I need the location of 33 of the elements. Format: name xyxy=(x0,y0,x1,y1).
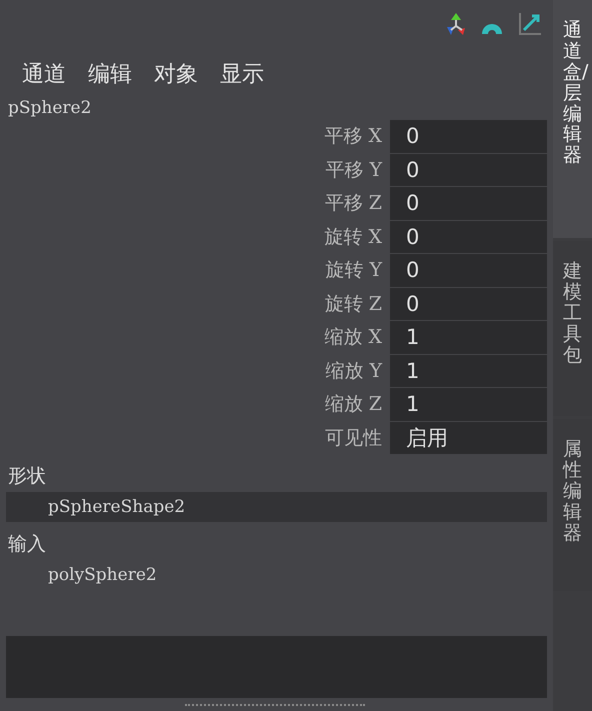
attribute-label: 旋转 Y xyxy=(324,258,384,284)
menu-item[interactable]: 通道 xyxy=(22,59,66,89)
attribute-field[interactable]: 1 xyxy=(390,321,547,354)
attribute-label: 可见性 xyxy=(324,426,383,451)
node-item[interactable]: pSphereShape2 xyxy=(6,492,547,522)
attribute-field[interactable]: 启用 xyxy=(390,422,547,454)
menu-item[interactable]: 显示 xyxy=(220,59,264,89)
attribute-label: 缩放 Y xyxy=(324,358,384,384)
section-title: 形状 xyxy=(7,464,47,489)
menu-item[interactable]: 编辑 xyxy=(88,59,132,89)
attribute-label: 旋转 X xyxy=(323,224,383,250)
menu-item[interactable]: 对象 xyxy=(154,59,198,89)
attribute-label: 旋转 Z xyxy=(324,292,383,317)
attribute-label: 缩放 Z xyxy=(324,392,383,418)
object-name: pSphere2 xyxy=(7,97,92,120)
attribute-field[interactable]: 1 xyxy=(390,388,547,420)
attribute-field[interactable]: 0 xyxy=(390,254,547,286)
attribute-field[interactable]: 0 xyxy=(390,288,547,320)
move-tool-icon[interactable] xyxy=(445,11,467,37)
attribute-field[interactable]: 0 xyxy=(390,154,547,186)
side-tab[interactable]: 通道盒/层编辑器 xyxy=(553,0,592,238)
attribute-field[interactable]: 0 xyxy=(390,220,547,253)
attribute-label: 缩放 X xyxy=(323,325,383,350)
attribute-label: 平移 Y xyxy=(324,158,384,183)
attribute-label: 平移 Z xyxy=(324,191,383,216)
attribute-label: 平移 X xyxy=(323,124,383,150)
attribute-field[interactable]: 0 xyxy=(390,120,547,152)
section-title: 输入 xyxy=(7,532,47,557)
scale-tool-icon[interactable] xyxy=(517,11,543,37)
node-item[interactable]: polySphere2 xyxy=(6,560,547,590)
resize-handle[interactable] xyxy=(185,704,365,709)
attribute-field[interactable]: 1 xyxy=(390,354,547,387)
attribute-field[interactable]: 0 xyxy=(390,187,547,220)
